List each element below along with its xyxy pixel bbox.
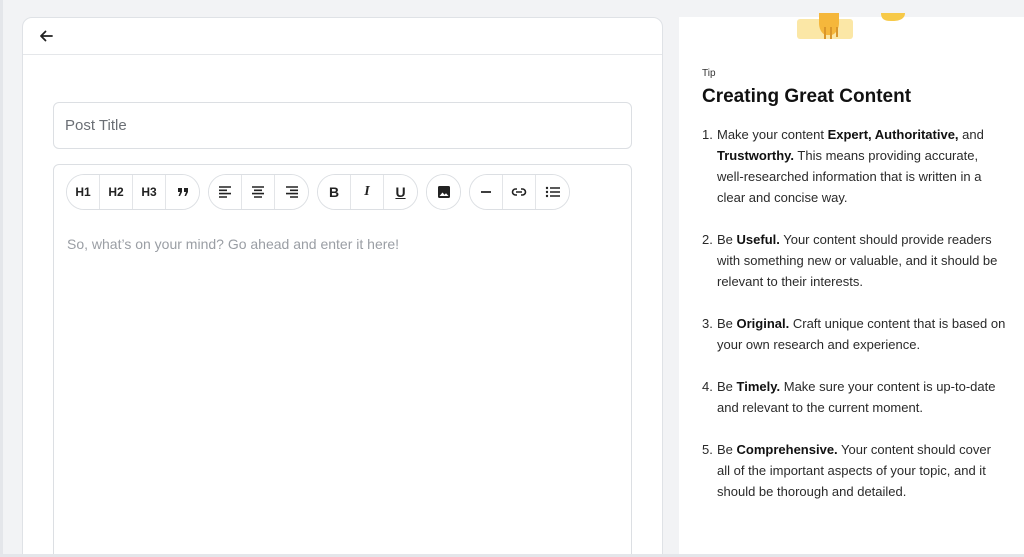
link-button[interactable]	[503, 175, 536, 209]
alignment-group	[208, 174, 309, 210]
underline-button[interactable]: U	[384, 175, 417, 209]
tip-text: Be Timely. Make sure your content is up-…	[717, 379, 996, 415]
link-icon	[511, 188, 527, 196]
bold-button[interactable]: B	[318, 175, 351, 209]
tip-item: 3. Be Original. Craft unique content tha…	[702, 313, 1007, 355]
align-center-button[interactable]	[242, 175, 275, 209]
editor-card: H1 H2 H3	[22, 17, 663, 557]
tip-text: Be Comprehensive. Your content should co…	[717, 442, 991, 499]
align-left-button[interactable]	[209, 175, 242, 209]
tip-number: 5.	[702, 442, 713, 457]
tip-item: 2. Be Useful. Your content should provid…	[702, 229, 1007, 292]
h1-button[interactable]: H1	[67, 175, 100, 209]
horizontal-rule-button[interactable]	[470, 175, 503, 209]
tip-panel: Tip Creating Great Content 1. Make your …	[679, 13, 1024, 557]
post-title-input[interactable]	[53, 102, 632, 149]
tip-number: 1.	[702, 127, 713, 142]
quote-icon	[177, 188, 188, 196]
rich-text-editor[interactable]: H1 H2 H3 B I U So, what’s on your mind? …	[53, 164, 632, 557]
tip-item: 4. Be Timely. Make sure your content is …	[702, 376, 1007, 418]
arrow-left-icon	[40, 30, 53, 42]
align-center-icon	[252, 186, 264, 198]
tip-text: Be Useful. Your content should provide r…	[717, 232, 998, 289]
insert-group	[469, 174, 570, 210]
italic-button[interactable]: I	[351, 175, 384, 209]
tip-item: 1. Make your content Expert, Authoritati…	[702, 124, 1007, 208]
back-button[interactable]	[37, 27, 55, 45]
align-right-button[interactable]	[275, 175, 308, 209]
tip-text: Make your content Expert, Authoritative,…	[717, 127, 984, 205]
align-right-icon	[285, 186, 298, 198]
illustration	[797, 13, 905, 39]
tip-number: 4.	[702, 379, 713, 394]
image-icon	[437, 186, 450, 198]
card-header	[23, 18, 662, 55]
left-edge-divider	[0, 0, 3, 557]
heading-group: H1 H2 H3	[66, 174, 200, 210]
tip-list: 1. Make your content Expert, Authoritati…	[702, 124, 1007, 523]
horizontal-rule-icon	[481, 191, 491, 193]
tip-heading: Creating Great Content	[702, 86, 912, 107]
bullet-list-button[interactable]	[536, 175, 569, 209]
editor-placeholder: So, what’s on your mind? Go ahead and en…	[67, 236, 400, 252]
bullet-list-icon	[545, 186, 560, 198]
h2-button[interactable]: H2	[100, 175, 133, 209]
media-group	[426, 174, 461, 210]
tip-item: 5. Be Comprehensive. Your content should…	[702, 439, 1007, 502]
tip-text: Be Original. Craft unique content that i…	[717, 316, 1006, 352]
quote-button[interactable]	[166, 175, 199, 209]
editor-toolbar: H1 H2 H3 B I U	[66, 174, 570, 210]
image-button[interactable]	[427, 175, 460, 209]
align-left-icon	[219, 186, 231, 198]
text-style-group: B I U	[317, 174, 418, 210]
tip-number: 3.	[702, 316, 713, 331]
h3-button[interactable]: H3	[133, 175, 166, 209]
tip-label: Tip	[702, 68, 716, 79]
tip-number: 2.	[702, 232, 713, 247]
